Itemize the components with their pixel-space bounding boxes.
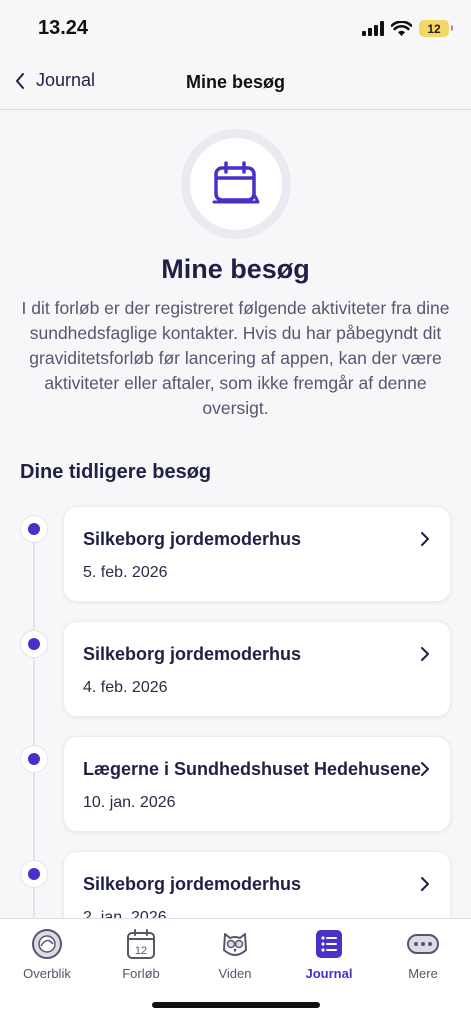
timeline-dot	[20, 745, 48, 773]
tab-mere[interactable]: Mere	[376, 927, 470, 981]
more-icon	[406, 927, 440, 961]
tab-label: Journal	[305, 966, 353, 981]
tab-journal[interactable]: Journal	[282, 927, 376, 981]
visit-date: 10. jan. 2026	[83, 794, 176, 811]
visit-item: Lægerne i Sundhedshuset Hedehusene 10. j…	[0, 736, 471, 834]
calendar-icon	[212, 161, 260, 204]
chevron-right-icon	[421, 877, 429, 891]
chevron-right-icon	[421, 762, 429, 776]
chevron-right-icon	[421, 647, 429, 661]
timeline-dot	[20, 630, 48, 658]
visit-date: 5. feb. 2026	[83, 564, 168, 581]
tab-label: Forløb	[122, 966, 160, 981]
visit-item: Silkeborg jordemoderhus 4. feb. 2026	[0, 621, 471, 719]
tab-label: Viden	[218, 966, 252, 981]
visit-date: 4. feb. 2026	[83, 679, 168, 696]
tab-viden[interactable]: Viden	[188, 927, 282, 981]
timeline-dot	[20, 515, 48, 543]
timeline-dot	[20, 860, 48, 888]
visit-location: Lægerne i Sundhedshuset Hedehusene	[83, 759, 422, 779]
battery-icon: 12	[419, 20, 453, 37]
tab-forlob[interactable]: 12 Forløb	[94, 927, 188, 981]
navigation-bar: Journal Mine besøg	[0, 58, 471, 110]
home-indicator	[152, 1002, 320, 1008]
signal-icon	[362, 21, 384, 36]
overview-icon	[30, 927, 64, 961]
visit-location: Silkeborg jordemoderhus	[83, 529, 302, 549]
owl-icon	[218, 927, 252, 961]
hero-description: I dit forløb er der registreret følgende…	[21, 298, 450, 418]
status-bar: 13.24 12	[0, 0, 471, 58]
visit-card[interactable]: Lægerne i Sundhedshuset Hedehusene 10. j…	[63, 736, 451, 832]
tab-overblik[interactable]: Overblik	[0, 927, 94, 981]
status-icons: 12	[362, 20, 453, 37]
calendar-12-icon: 12	[124, 927, 158, 961]
battery-level: 12	[427, 21, 441, 36]
hero-title: Mine besøg	[161, 254, 310, 284]
wifi-icon	[391, 20, 412, 36]
visit-location: Silkeborg jordemoderhus	[83, 874, 302, 894]
visit-card[interactable]: Silkeborg jordemoderhus 5. feb. 2026	[63, 506, 451, 602]
journal-list-icon	[312, 927, 346, 961]
visit-location: Silkeborg jordemoderhus	[83, 644, 302, 664]
visit-item: Silkeborg jordemoderhus 5. feb. 2026	[0, 506, 471, 604]
tab-label: Overblik	[23, 966, 71, 981]
tab-label: Mere	[408, 966, 438, 981]
chevron-right-icon	[421, 532, 429, 546]
svg-text:12: 12	[135, 945, 147, 957]
status-time: 13.24	[38, 17, 89, 39]
hero-icon-badge	[181, 129, 291, 239]
section-title-previous-visits: Dine tidligere besøg	[20, 461, 212, 483]
visit-card[interactable]: Silkeborg jordemoderhus 4. feb. 2026	[63, 621, 451, 717]
page-title: Mine besøg	[185, 72, 285, 92]
